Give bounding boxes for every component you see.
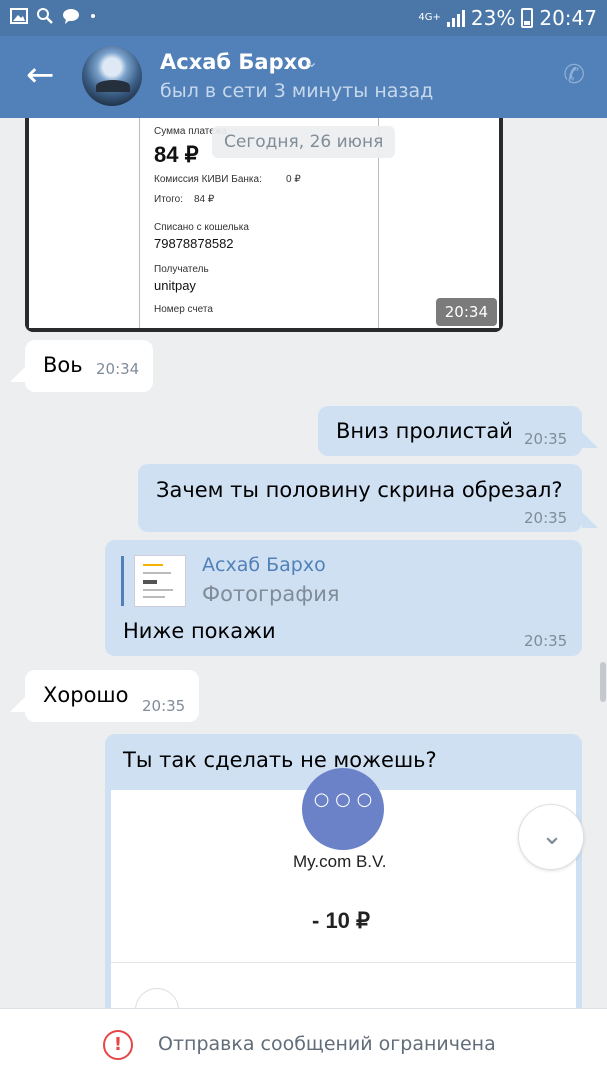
payment-amount: - 10 ₽ [312, 908, 371, 933]
clock: 20:47 [539, 6, 597, 30]
messaging-restricted-bar: ! Отправка сообщений ограничена [0, 1008, 607, 1080]
restriction-text: Отправка сообщений ограничена [158, 1033, 496, 1055]
receipt-fee-label: Комиссия КИВИ Банка: [154, 174, 262, 185]
reply-quote-bar [121, 556, 124, 606]
signal-icon [446, 9, 465, 27]
chat-header: ← Асхаб Бархо ⌄ был в сети 3 минуты наза… [0, 36, 607, 118]
message-time: 20:35 [524, 632, 568, 650]
message-text: Воь [43, 353, 83, 377]
battery-percent: 23% [470, 6, 516, 30]
chevron-down-icon: ⌄ [541, 821, 563, 851]
message-bubble-incoming[interactable]: Воь 20:34 [25, 340, 153, 392]
system-status: 4G+ 23% 20:47 [418, 6, 597, 30]
reply-thumbnail[interactable] [134, 555, 186, 607]
message-bubble-incoming[interactable]: Хорошо 20:35 [25, 670, 199, 722]
message-time: 20:35 [524, 430, 568, 448]
status-bar: 4G+ 23% 20:47 [0, 0, 607, 36]
message-time: 20:35 [524, 509, 568, 527]
message-text: Ты так сделать не можешь? [123, 748, 437, 772]
back-arrow-icon[interactable]: ← [26, 58, 55, 92]
contact-name[interactable]: Асхаб Бархо [160, 50, 312, 74]
chat-icon [63, 9, 79, 24]
receipt-fee-value: 0 ₽ [286, 174, 301, 185]
phone-icon[interactable]: ✆ [563, 60, 585, 90]
message-bubble-reply[interactable]: Асхаб Бархо Фотография Ниже покажи 20:35 [105, 540, 582, 656]
reply-type: Фотография [202, 582, 340, 606]
reply-author: Асхаб Бархо [202, 554, 326, 576]
message-text: Зачем ты половину скрина обрезал? [156, 478, 563, 502]
message-time: 20:34 [96, 360, 140, 378]
scrollbar[interactable] [600, 662, 606, 702]
merchant-logo: ○ ○ ○ [302, 768, 384, 850]
date-separator: Сегодня, 26 июня [212, 126, 396, 158]
warning-icon: ! [103, 1030, 133, 1060]
receipt-total-value: 84 ₽ [194, 194, 215, 205]
last-seen-status: был в сети 3 минуты назад [160, 80, 434, 102]
receipt-recipient-label: Получатель [154, 264, 209, 275]
message-bubble-outgoing[interactable]: Ты так сделать не можешь? ○ ○ ○ My.com B… [105, 734, 582, 1008]
network-type: 4G+ [418, 12, 441, 23]
message-text: Вниз пролистай [336, 419, 513, 443]
receipt-account-label: Номер счета [154, 304, 213, 315]
message-text: Хорошо [43, 683, 129, 707]
message-time: 20:35 [142, 697, 186, 715]
search-icon [37, 8, 53, 24]
notification-icons [10, 7, 98, 25]
receipt-wallet-value: 79878878582 [154, 236, 234, 251]
payment-card-screenshot[interactable]: ○ ○ ○ My.com B.V. - 10 ₽ [111, 768, 576, 1008]
dot-icon [91, 14, 95, 18]
battery-icon [521, 8, 534, 28]
message-text: Ниже покажи [123, 619, 276, 643]
receipt-amount: 84 ₽ [154, 142, 199, 167]
scroll-down-button[interactable]: ⌄ [518, 804, 584, 870]
receipt-total-label: Итого: [154, 194, 183, 205]
receipt-wallet-label: Списано с кошелька [154, 222, 249, 233]
image-icon [10, 8, 28, 24]
message-bubble-outgoing[interactable]: Вниз пролистай 20:35 [318, 406, 582, 456]
avatar[interactable] [82, 46, 142, 106]
message-list[interactable]: Сумма платежа 84 ₽ Комиссия КИВИ Банка: … [0, 118, 607, 1008]
chevron-down-icon[interactable]: ⌄ [305, 52, 318, 71]
receipt-recipient-value: unitpay [154, 278, 196, 293]
photo-time: 20:34 [435, 298, 497, 326]
document-icon [135, 988, 179, 1008]
merchant-name: My.com B.V. [293, 852, 387, 871]
message-bubble-outgoing[interactable]: Зачем ты половину скрина обрезал? 20:35 [138, 464, 582, 532]
